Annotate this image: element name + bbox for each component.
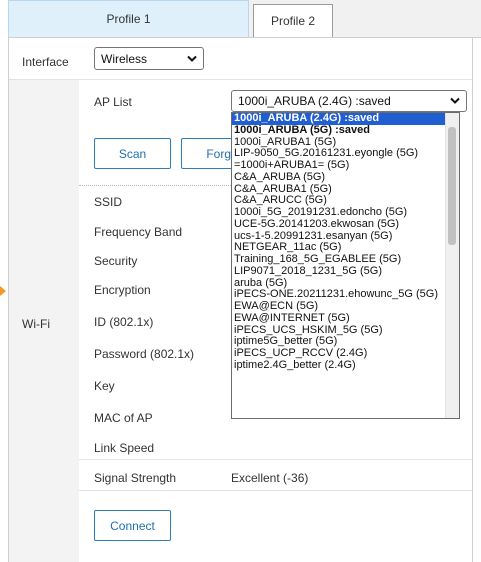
interface-select[interactable]: Wireless xyxy=(94,47,204,70)
ap-option[interactable]: 1000i_ARUBA (5G) :saved xyxy=(232,124,459,137)
security-label: Security xyxy=(94,254,138,268)
chevron-down-icon xyxy=(450,97,460,104)
ap-list-select[interactable]: 1000i_ARUBA (2.4G) :saved xyxy=(231,90,467,112)
divider xyxy=(79,459,472,460)
ap-option[interactable]: C&A_ARUBA (5G) xyxy=(232,171,459,184)
ap-option[interactable]: Training_168_5G_EGABLEE (5G) xyxy=(232,253,459,266)
ap-list-label: AP List xyxy=(94,95,132,109)
tab-profile-1[interactable]: Profile 1 xyxy=(8,0,249,37)
mac-of-ap-label: MAC of AP xyxy=(94,411,153,425)
interface-select-value: Wireless xyxy=(101,51,148,66)
chevron-down-icon xyxy=(187,55,197,62)
dropdown-scrollbar[interactable] xyxy=(445,113,459,418)
scan-button[interactable]: Scan xyxy=(94,138,171,169)
ap-list-options: 1000i_ARUBA (2.4G) :saved 1000i_ARUBA (5G… xyxy=(232,113,459,372)
signal-strength-value: Excellent (-36) xyxy=(231,471,309,485)
dotted-divider xyxy=(79,185,231,186)
frequency-band-label: Frequency Band xyxy=(94,225,183,239)
ap-option[interactable]: EWA@ECN (5G) xyxy=(232,300,459,313)
link-speed-label: Link Speed xyxy=(94,441,155,455)
wifi-label: Wi-Fi xyxy=(22,317,50,331)
pointer-indicator-icon xyxy=(0,286,6,296)
connect-button[interactable]: Connect xyxy=(94,510,171,541)
ap-option[interactable]: =1000i+ARUBA1= (5G) xyxy=(232,159,459,172)
encryption-label: Encryption xyxy=(94,283,151,297)
scroll-thumb[interactable] xyxy=(448,127,456,245)
frame-right-border xyxy=(472,37,473,562)
forget-button[interactable]: Forg xyxy=(181,138,233,169)
ap-list-dropdown[interactable]: 1000i_ARUBA (2.4G) :saved 1000i_ARUBA (5G… xyxy=(231,112,460,419)
divider xyxy=(79,490,472,491)
signal-strength-label: Signal Strength xyxy=(94,471,177,485)
id-8021x-label: ID (802.1x) xyxy=(94,315,154,329)
password-8021x-label: Password (802.1x) xyxy=(94,347,195,361)
ssid-label: SSID xyxy=(94,195,123,209)
interface-label: Interface xyxy=(22,55,69,69)
tab-profile-2[interactable]: Profile 2 xyxy=(253,4,333,37)
ap-option[interactable]: 1000i_5G_20191231.edoncho (5G) xyxy=(232,206,459,219)
ap-option[interactable]: LIP9071_2018_1231_5G (5G) xyxy=(232,265,459,278)
ap-option[interactable]: 1000i_ARUBA (2.4G) :saved xyxy=(232,113,459,125)
divider xyxy=(9,79,472,80)
ap-option[interactable]: iptime2.4G_better (2.4G) xyxy=(232,359,459,372)
key-label: Key xyxy=(94,379,115,393)
ap-list-select-value: 1000i_ARUBA (2.4G) :saved xyxy=(238,94,391,108)
ap-option[interactable]: iPECS_UCP_RCCV (2.4G) xyxy=(232,347,459,360)
ap-option[interactable]: UCE-5G.20141203.ekwosan (5G) xyxy=(232,218,459,231)
ap-option[interactable]: EWA@INTERNET (5G) xyxy=(232,312,459,325)
